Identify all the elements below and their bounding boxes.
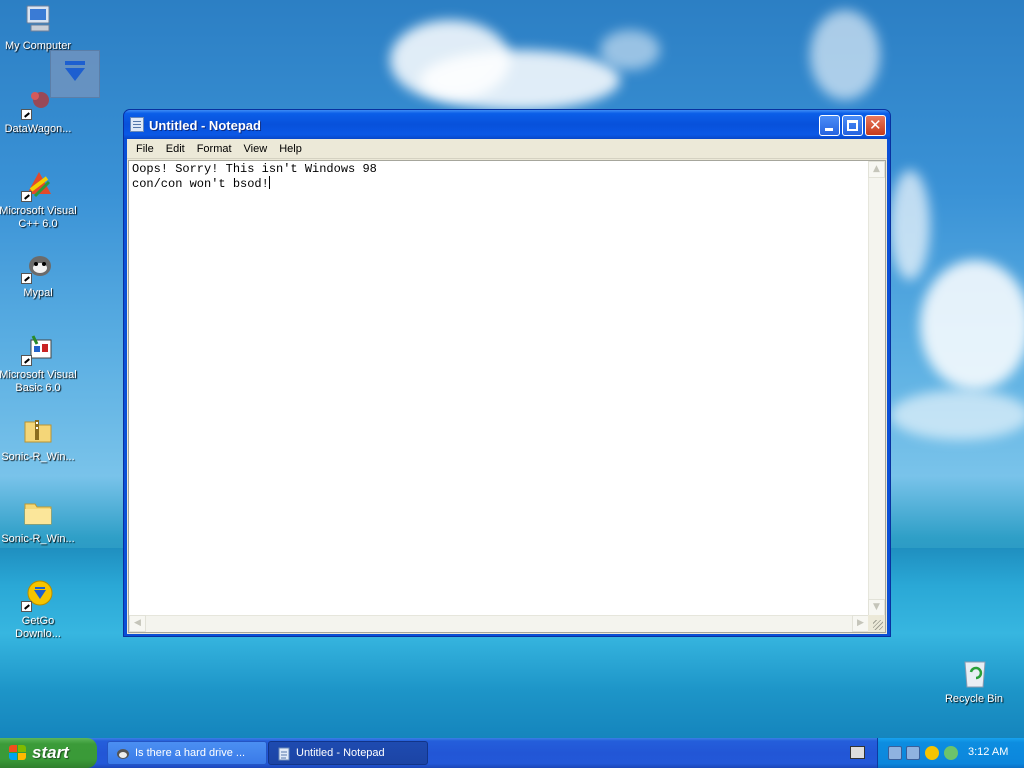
close-icon: ✕: [869, 116, 882, 134]
getgo-icon: [21, 578, 55, 612]
desktop-icon-visual-basic[interactable]: Microsoft Visual Basic 6.0: [0, 332, 78, 395]
keyboard-icon[interactable]: [850, 746, 865, 759]
notepad-icon: [130, 117, 144, 132]
taskbar-button-notepad[interactable]: Untitled - Notepad: [268, 741, 428, 765]
mypal-icon: [116, 747, 130, 761]
taskbar-button-label: Is there a hard drive ...: [135, 747, 246, 759]
safely-remove-icon[interactable]: [944, 746, 958, 760]
scroll-up-button[interactable]: ▲: [868, 161, 885, 178]
notepad-icon: [277, 747, 291, 761]
window-body: File Edit Format View Help Oops! Sorry! …: [127, 139, 887, 634]
recycle-bin-icon: [957, 656, 991, 690]
resize-grip-icon[interactable]: [868, 615, 885, 632]
scroll-right-button[interactable]: ▶: [852, 615, 869, 632]
vertical-scrollbar[interactable]: ▲ ▼: [868, 161, 885, 616]
windows-logo-icon: [9, 745, 27, 761]
network-icon-2[interactable]: [906, 746, 920, 760]
menu-edit[interactable]: Edit: [160, 143, 191, 155]
desktop-icon-getgo[interactable]: GetGo Downlo...: [0, 578, 78, 641]
desktop-icon-visual-cpp[interactable]: Microsoft Visual C++ 6.0: [0, 168, 78, 231]
mypal-icon: [21, 250, 55, 284]
system-tray: 3:12 AM: [877, 738, 1024, 768]
start-label: start: [32, 743, 69, 762]
zip-folder-icon: [21, 414, 55, 448]
visual-cpp-icon: [21, 168, 55, 202]
taskbar: start Is there a hard drive ... Untitled…: [0, 738, 1024, 768]
close-button[interactable]: ✕: [865, 115, 886, 136]
datawagon-icon: [21, 86, 55, 120]
editor-text: Oops! Sorry! This isn't Windows 98 con/c…: [132, 163, 377, 191]
menu-file[interactable]: File: [130, 143, 160, 155]
menu-bar: File Edit Format View Help: [127, 139, 887, 159]
desktop-icon-sonic-r-folder[interactable]: Sonic-R_Win...: [0, 496, 78, 546]
menu-help[interactable]: Help: [273, 143, 308, 155]
minimize-icon: [825, 128, 833, 131]
text-editor[interactable]: Oops! Sorry! This isn't Windows 98 con/c…: [128, 160, 886, 633]
desktop-icon-recycle-bin[interactable]: Recycle Bin: [934, 656, 1014, 706]
title-bar[interactable]: Untitled - Notepad ✕: [124, 110, 890, 139]
horizontal-scrollbar[interactable]: ◀ ▶: [129, 615, 869, 632]
desktop-icon-datawagon[interactable]: DataWagon...: [0, 86, 78, 136]
clock[interactable]: 3:12 AM: [968, 746, 1008, 758]
taskbar-button-browser[interactable]: Is there a hard drive ...: [107, 741, 267, 765]
scroll-left-button[interactable]: ◀: [129, 615, 146, 632]
text-caret: [268, 176, 270, 189]
menu-format[interactable]: Format: [191, 143, 238, 155]
window-title: Untitled - Notepad: [149, 118, 261, 133]
getgo-tray-icon[interactable]: [925, 746, 939, 760]
network-icon[interactable]: [888, 746, 902, 760]
editor-line-2: con/con won't bsod!: [132, 177, 269, 191]
scroll-down-button[interactable]: ▼: [868, 599, 885, 616]
my-computer-icon: [21, 3, 55, 37]
desktop-icon-mypal[interactable]: Mypal: [0, 250, 78, 300]
taskbar-button-label: Untitled - Notepad: [296, 747, 385, 759]
menu-view[interactable]: View: [238, 143, 274, 155]
editor-line-1: Oops! Sorry! This isn't Windows 98: [132, 162, 377, 176]
start-button[interactable]: start: [0, 738, 97, 768]
maximize-icon: [847, 120, 858, 131]
minimize-button[interactable]: [819, 115, 840, 136]
desktop-icon-my-computer[interactable]: My Computer: [0, 3, 78, 53]
folder-icon: [21, 496, 55, 530]
notepad-window[interactable]: Untitled - Notepad ✕ File Edit Format Vi…: [123, 109, 891, 637]
maximize-button[interactable]: [842, 115, 863, 136]
visual-basic-icon: [21, 332, 55, 366]
desktop-icon-sonic-r-zip[interactable]: Sonic-R_Win...: [0, 414, 78, 464]
